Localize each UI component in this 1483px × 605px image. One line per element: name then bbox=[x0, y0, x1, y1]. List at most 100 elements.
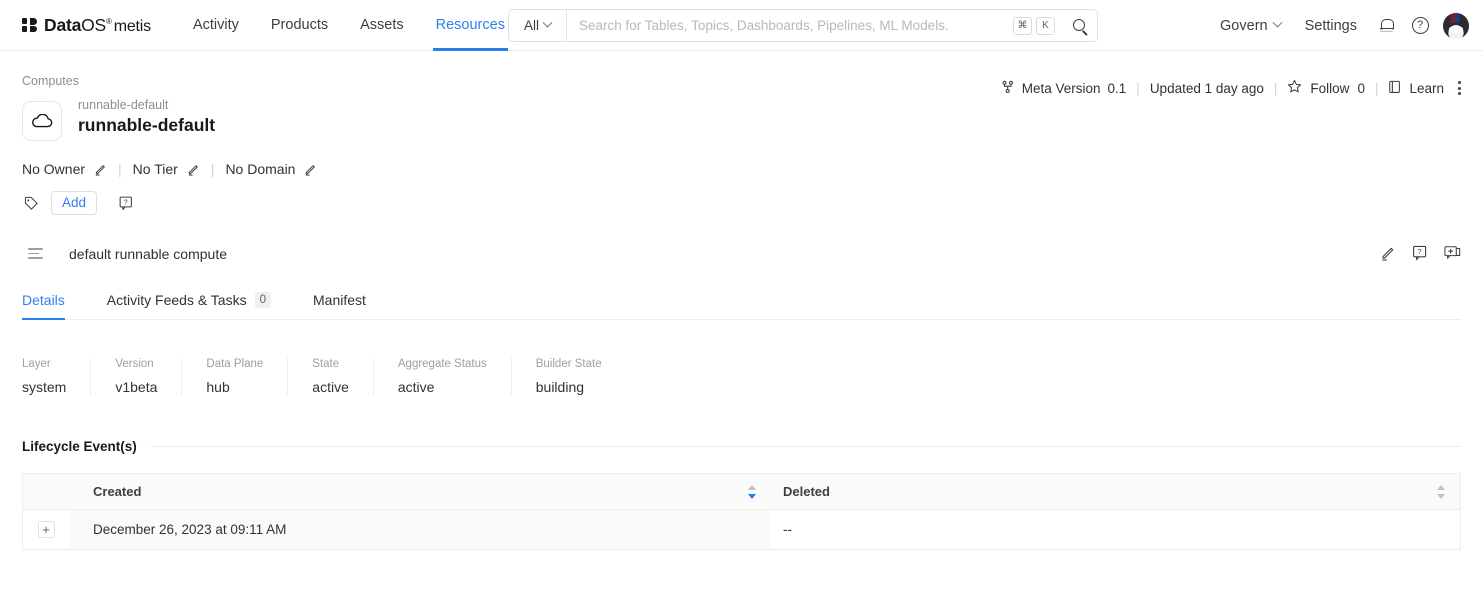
dataos-logo-icon bbox=[22, 18, 37, 32]
cell-deleted: -- bbox=[783, 522, 792, 537]
search-scope-selector[interactable]: All bbox=[509, 10, 567, 41]
topbar-actions: Govern Settings ? bbox=[1208, 0, 1469, 51]
edit-domain-pencil-icon[interactable] bbox=[304, 163, 317, 176]
sort-toggle-created[interactable] bbox=[748, 484, 757, 500]
tab-manifest[interactable]: Manifest bbox=[313, 292, 366, 319]
brand-data: Data bbox=[44, 14, 82, 35]
stat-state: State active bbox=[312, 358, 374, 395]
divider: | bbox=[1374, 80, 1379, 96]
follow-group[interactable]: Follow 0 bbox=[1287, 79, 1365, 97]
search-shortcut-hint: ⌘ K bbox=[1013, 16, 1063, 35]
lifecycle-table: Created Deleted + December 26, 2023 at 0… bbox=[22, 473, 1461, 550]
add-tag-button[interactable]: Add bbox=[51, 191, 98, 215]
brand-product: metis bbox=[113, 17, 151, 35]
stat-layer: Layer system bbox=[22, 358, 92, 395]
govern-label: Govern bbox=[1220, 17, 1268, 34]
stat-label: Data Plane bbox=[206, 358, 264, 370]
table-row[interactable]: + December 26, 2023 at 09:11 AM -- bbox=[23, 510, 1460, 550]
domain-field: No Domain bbox=[225, 161, 317, 177]
follow-count: 0 bbox=[1357, 80, 1365, 96]
tab-details[interactable]: Details bbox=[22, 292, 65, 320]
stat-value: hub bbox=[206, 379, 230, 395]
govern-menu[interactable]: Govern bbox=[1208, 18, 1293, 34]
search-scope-label: All bbox=[523, 18, 539, 33]
table-header-row: Created Deleted bbox=[23, 474, 1460, 510]
entity-meta-strip: Meta Version 0.1 | Updated 1 day ago | F… bbox=[1001, 79, 1461, 97]
learn-link[interactable]: Learn bbox=[1388, 80, 1444, 97]
expand-row-button[interactable]: + bbox=[37, 521, 55, 538]
description-text: default runnable compute bbox=[69, 246, 227, 262]
brand-logo[interactable]: DataOS® metis bbox=[22, 15, 151, 36]
cell-created: December 26, 2023 at 09:11 AM bbox=[69, 510, 771, 549]
divider: | bbox=[118, 161, 122, 177]
search-input[interactable] bbox=[567, 18, 1013, 33]
owner-field: No Owner bbox=[22, 161, 107, 177]
help-button[interactable]: ? bbox=[1403, 9, 1437, 43]
tag-help-icon[interactable]: ? bbox=[119, 196, 134, 211]
tab-count-badge: 0 bbox=[254, 292, 271, 308]
follow-label: Follow bbox=[1310, 80, 1350, 96]
nav-label: Assets bbox=[360, 17, 404, 33]
settings-link[interactable]: Settings bbox=[1293, 18, 1369, 34]
more-options-kebab-icon[interactable] bbox=[1458, 81, 1461, 95]
lifecycle-section-header: Lifecycle Event(s) bbox=[22, 439, 1461, 454]
divider bbox=[150, 446, 1461, 447]
nav-item-resources[interactable]: Resources bbox=[420, 0, 521, 51]
stat-data-plane: Data Plane hub bbox=[206, 358, 289, 395]
description-row: default runnable compute ? bbox=[22, 244, 1461, 262]
stat-aggregate-status: Aggregate Status active bbox=[398, 358, 512, 395]
owner-value: No Owner bbox=[22, 161, 86, 177]
column-header-label: Created bbox=[93, 484, 142, 499]
tab-label: Details bbox=[22, 292, 65, 308]
search-icon bbox=[1073, 18, 1087, 33]
chevron-down-icon bbox=[542, 17, 553, 28]
edit-owner-pencil-icon[interactable] bbox=[94, 163, 107, 176]
entity-attributes-row: No Owner | No Tier | No Domain bbox=[22, 161, 1461, 177]
tab-label: Manifest bbox=[313, 292, 366, 308]
top-navigation-bar: DataOS® metis Activity Products Assets Re… bbox=[0, 0, 1483, 51]
primary-nav: Activity Products Assets Resources bbox=[177, 0, 521, 51]
meta-version-group: Meta Version 0.1 bbox=[1001, 80, 1127, 97]
stat-label: Aggregate Status bbox=[397, 358, 487, 370]
question-mark-icon: ? bbox=[1411, 17, 1429, 34]
nav-label: Resources bbox=[435, 17, 505, 33]
tab-activity-feeds-tasks[interactable]: Activity Feeds & Tasks 0 bbox=[107, 292, 271, 319]
stat-label: Layer bbox=[22, 358, 51, 370]
description-lines-icon bbox=[28, 248, 43, 260]
section-title: Lifecycle Event(s) bbox=[22, 439, 137, 454]
column-header-deleted[interactable]: Deleted bbox=[771, 474, 1460, 509]
divider: | bbox=[1136, 80, 1140, 96]
tags-row: Add ? bbox=[24, 191, 1461, 215]
add-comment-icon[interactable] bbox=[1443, 244, 1461, 262]
description-actions: ? bbox=[1379, 244, 1461, 262]
stat-value: active bbox=[397, 379, 435, 395]
edit-description-pencil-icon[interactable] bbox=[1379, 244, 1397, 262]
notifications-button[interactable] bbox=[1369, 9, 1403, 43]
domain-value: No Domain bbox=[225, 161, 296, 177]
meta-version-value: 0.1 bbox=[1107, 80, 1127, 96]
star-icon bbox=[1287, 79, 1302, 97]
nav-item-activity[interactable]: Activity bbox=[177, 0, 255, 51]
column-header-created[interactable]: Created bbox=[69, 474, 771, 509]
stat-version: Version v1beta bbox=[115, 358, 183, 395]
page-title: runnable-default bbox=[78, 115, 216, 135]
nav-item-assets[interactable]: Assets bbox=[344, 0, 420, 51]
sort-toggle-deleted[interactable] bbox=[1437, 484, 1446, 500]
stat-builder-state: Builder State building bbox=[536, 358, 626, 395]
nav-item-products[interactable]: Products bbox=[255, 0, 344, 51]
tier-value: No Tier bbox=[132, 161, 178, 177]
description-help-icon[interactable]: ? bbox=[1411, 244, 1429, 262]
edit-tier-pencil-icon[interactable] bbox=[187, 163, 200, 176]
avatar[interactable] bbox=[1443, 12, 1469, 39]
divider: | bbox=[210, 161, 215, 177]
column-header-label: Deleted bbox=[783, 484, 830, 499]
meta-version-label: Meta Version bbox=[1021, 80, 1101, 96]
chevron-down-icon bbox=[1272, 17, 1283, 28]
learn-label: Learn bbox=[1409, 80, 1444, 96]
brand-registered-mark: ® bbox=[106, 16, 112, 26]
entity-meta: runnable-default runnable-default bbox=[78, 98, 215, 136]
svg-text:?: ? bbox=[124, 199, 128, 206]
stat-label: State bbox=[312, 358, 340, 370]
search-submit-button[interactable] bbox=[1063, 10, 1097, 41]
key-k-icon: K bbox=[1036, 16, 1055, 35]
